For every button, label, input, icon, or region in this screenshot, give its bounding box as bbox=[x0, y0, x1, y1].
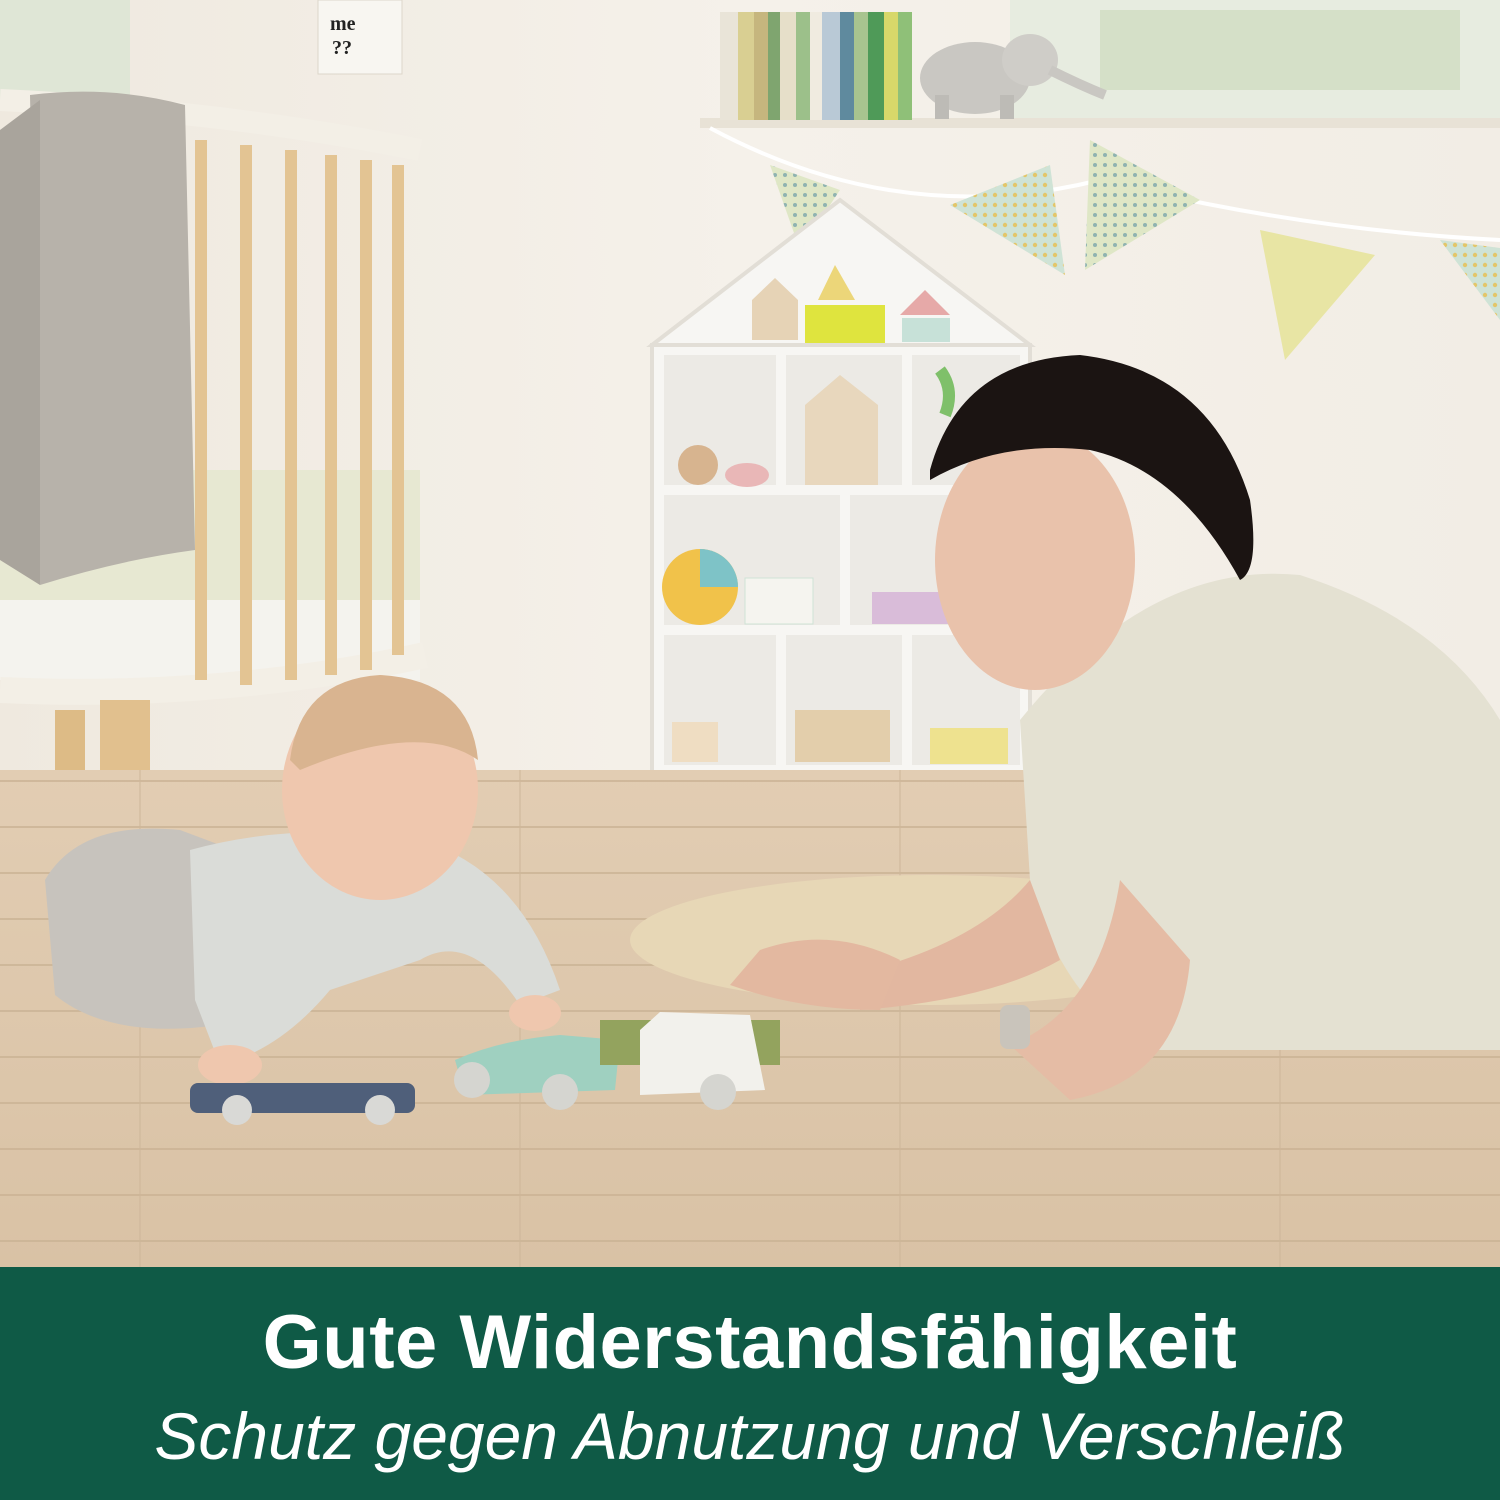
product-photo: me ?? bbox=[0, 0, 1500, 1267]
books bbox=[720, 12, 912, 120]
caption-banner: Gute Widerstandsfähigkeit Schutz gegen A… bbox=[0, 1267, 1500, 1500]
poster bbox=[317, 0, 403, 75]
subline: Schutz gegen Abnutzung und Verschleiß bbox=[154, 1399, 1346, 1473]
svg-text:me: me bbox=[330, 13, 356, 35]
headline: Gute Widerstandsfähigkeit bbox=[262, 1300, 1238, 1385]
svg-text:??: ?? bbox=[332, 37, 352, 59]
